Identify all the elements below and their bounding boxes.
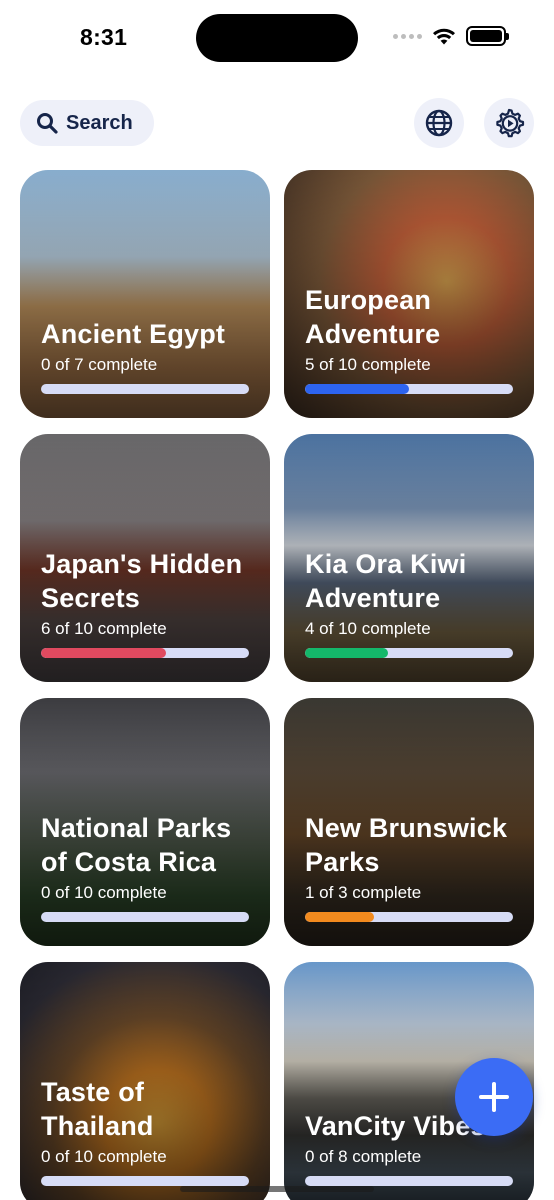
card-title: Ancient Egypt xyxy=(41,319,226,349)
wifi-icon xyxy=(433,28,455,45)
globe-icon xyxy=(425,109,453,137)
card-progress-text: 0 of 8 complete xyxy=(305,1147,422,1166)
trip-card-costa-rica[interactable]: National Parks of Costa Rica 0 of 10 com… xyxy=(20,698,270,946)
language-button[interactable] xyxy=(414,98,464,148)
trip-card-new-brunswick[interactable]: New Brunswick Parks 1 of 3 complete xyxy=(284,698,534,946)
card-progress-text: 0 of 10 complete xyxy=(41,883,167,902)
progress-bar xyxy=(41,1176,249,1186)
card-progress-text: 1 of 3 complete xyxy=(305,883,422,902)
trip-card-japans-hidden-secrets[interactable]: Japan's Hidden Secrets 6 of 10 complete xyxy=(20,434,270,682)
progress-bar xyxy=(41,384,249,394)
progress-bar xyxy=(305,384,513,394)
plus-icon xyxy=(479,1082,509,1112)
trip-card-ancient-egypt[interactable]: Ancient Egypt 0 of 7 complete xyxy=(20,170,270,418)
settings-button[interactable] xyxy=(484,98,534,148)
dynamic-island xyxy=(196,14,358,62)
progress-bar xyxy=(305,912,513,922)
search-icon xyxy=(37,113,58,134)
add-trip-button[interactable] xyxy=(455,1058,533,1136)
card-title: National Parks of Costa Rica xyxy=(41,813,232,877)
status-icons xyxy=(393,26,509,46)
cellular-signal-icon xyxy=(393,33,422,39)
progress-fill xyxy=(41,648,166,658)
status-time: 8:31 xyxy=(80,24,128,50)
battery-icon xyxy=(466,26,509,46)
card-progress-text: 5 of 10 complete xyxy=(305,355,431,374)
progress-fill xyxy=(305,912,375,922)
card-progress-text: 6 of 10 complete xyxy=(41,619,167,638)
progress-bar xyxy=(305,648,513,658)
search-label: Search xyxy=(66,111,133,134)
card-progress-text: 4 of 10 complete xyxy=(305,619,431,638)
progress-fill xyxy=(305,384,409,394)
progress-bar xyxy=(41,912,249,922)
search-button[interactable]: Search xyxy=(20,100,154,146)
gear-play-icon xyxy=(496,108,525,138)
trip-card-taste-of-thailand[interactable]: Taste of Thailand 0 of 10 complete xyxy=(20,962,270,1200)
progress-bar xyxy=(41,648,249,658)
card-progress-text: 0 of 10 complete xyxy=(41,1147,167,1166)
card-progress-text: 0 of 7 complete xyxy=(41,355,158,374)
progress-fill xyxy=(305,648,389,658)
trip-card-kia-ora-kiwi[interactable]: Kia Ora Kiwi Adventure 4 of 10 complete xyxy=(284,434,534,682)
card-title: European Adventure xyxy=(305,285,441,349)
card-title: Kia Ora Kiwi Adventure xyxy=(305,549,467,613)
trip-card-european-adventure[interactable]: European Adventure 5 of 10 complete xyxy=(284,170,534,418)
status-bar: 8:31 xyxy=(0,0,554,76)
trip-grid: Ancient Egypt 0 of 7 complete European A… xyxy=(20,170,534,1200)
home-indicator xyxy=(180,1186,374,1192)
card-title: New Brunswick Parks xyxy=(305,813,508,877)
progress-bar xyxy=(305,1176,513,1186)
card-title: Taste of Thailand xyxy=(41,1077,154,1141)
card-title: Japan's Hidden Secrets xyxy=(41,549,243,613)
